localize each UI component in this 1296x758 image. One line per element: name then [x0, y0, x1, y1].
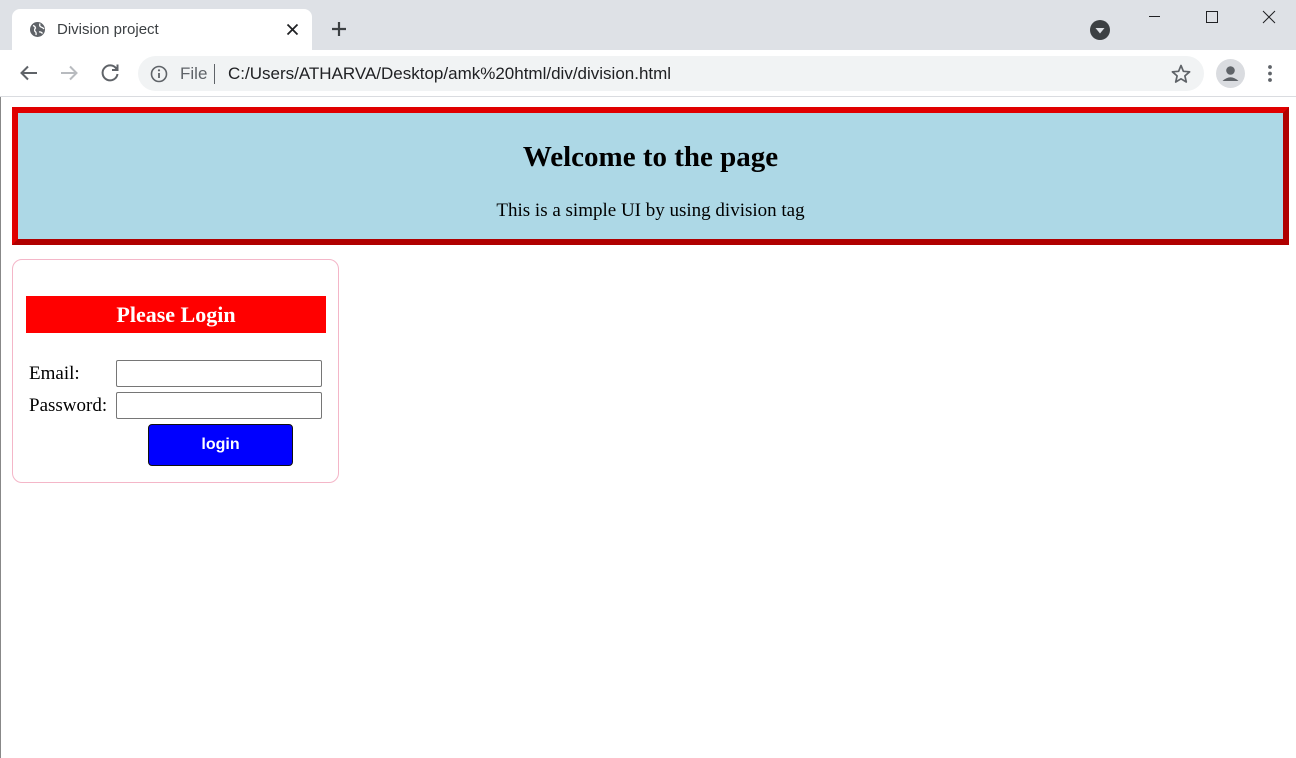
- address-bar[interactable]: File C:/Users/ATHARVA/Desktop/amk%20html…: [138, 56, 1204, 91]
- info-icon[interactable]: [150, 65, 168, 83]
- welcome-header: Welcome to the page This is a simple UI …: [12, 107, 1289, 245]
- globe-icon: [30, 22, 45, 37]
- password-label: Password:: [29, 395, 108, 416]
- browser-toolbar: File C:/Users/ATHARVA/Desktop/amk%20html…: [0, 50, 1296, 97]
- page-viewport: Welcome to the page This is a simple UI …: [0, 97, 1296, 758]
- scheme-label: File: [180, 64, 208, 83]
- page-title: Welcome to the page: [522, 141, 779, 173]
- star-icon[interactable]: [1170, 63, 1192, 85]
- tab-title: Division project: [57, 21, 159, 38]
- tab-strip: Division project: [0, 0, 1296, 50]
- email-label: Email:: [29, 363, 80, 384]
- browser-tab[interactable]: Division project: [12, 9, 312, 50]
- more-vertical-icon[interactable]: [1259, 62, 1281, 86]
- window-close-icon[interactable]: [1240, 0, 1296, 34]
- arrow-right-icon[interactable]: [57, 61, 81, 85]
- login-heading: Please Login: [26, 296, 326, 333]
- login-panel: Please Login Email: Password: login: [12, 259, 339, 483]
- maximize-icon[interactable]: [1183, 0, 1241, 34]
- reload-icon[interactable]: [98, 61, 122, 85]
- login-button[interactable]: login: [148, 424, 293, 466]
- window-edge: [0, 97, 1, 758]
- person-icon[interactable]: [1216, 59, 1245, 88]
- close-icon[interactable]: [284, 21, 301, 38]
- password-field[interactable]: [116, 392, 322, 419]
- address-divider: [214, 64, 215, 84]
- plus-icon[interactable]: [328, 18, 350, 40]
- url-text[interactable]: C:/Users/ATHARVA/Desktop/amk%20html/div/…: [228, 64, 671, 84]
- media-control-icon[interactable]: [1089, 19, 1111, 41]
- email-field[interactable]: [116, 360, 322, 387]
- arrow-left-icon[interactable]: [17, 61, 41, 85]
- minimize-icon[interactable]: [1125, 0, 1183, 34]
- page-subtitle: This is a simple UI by using division ta…: [496, 200, 805, 221]
